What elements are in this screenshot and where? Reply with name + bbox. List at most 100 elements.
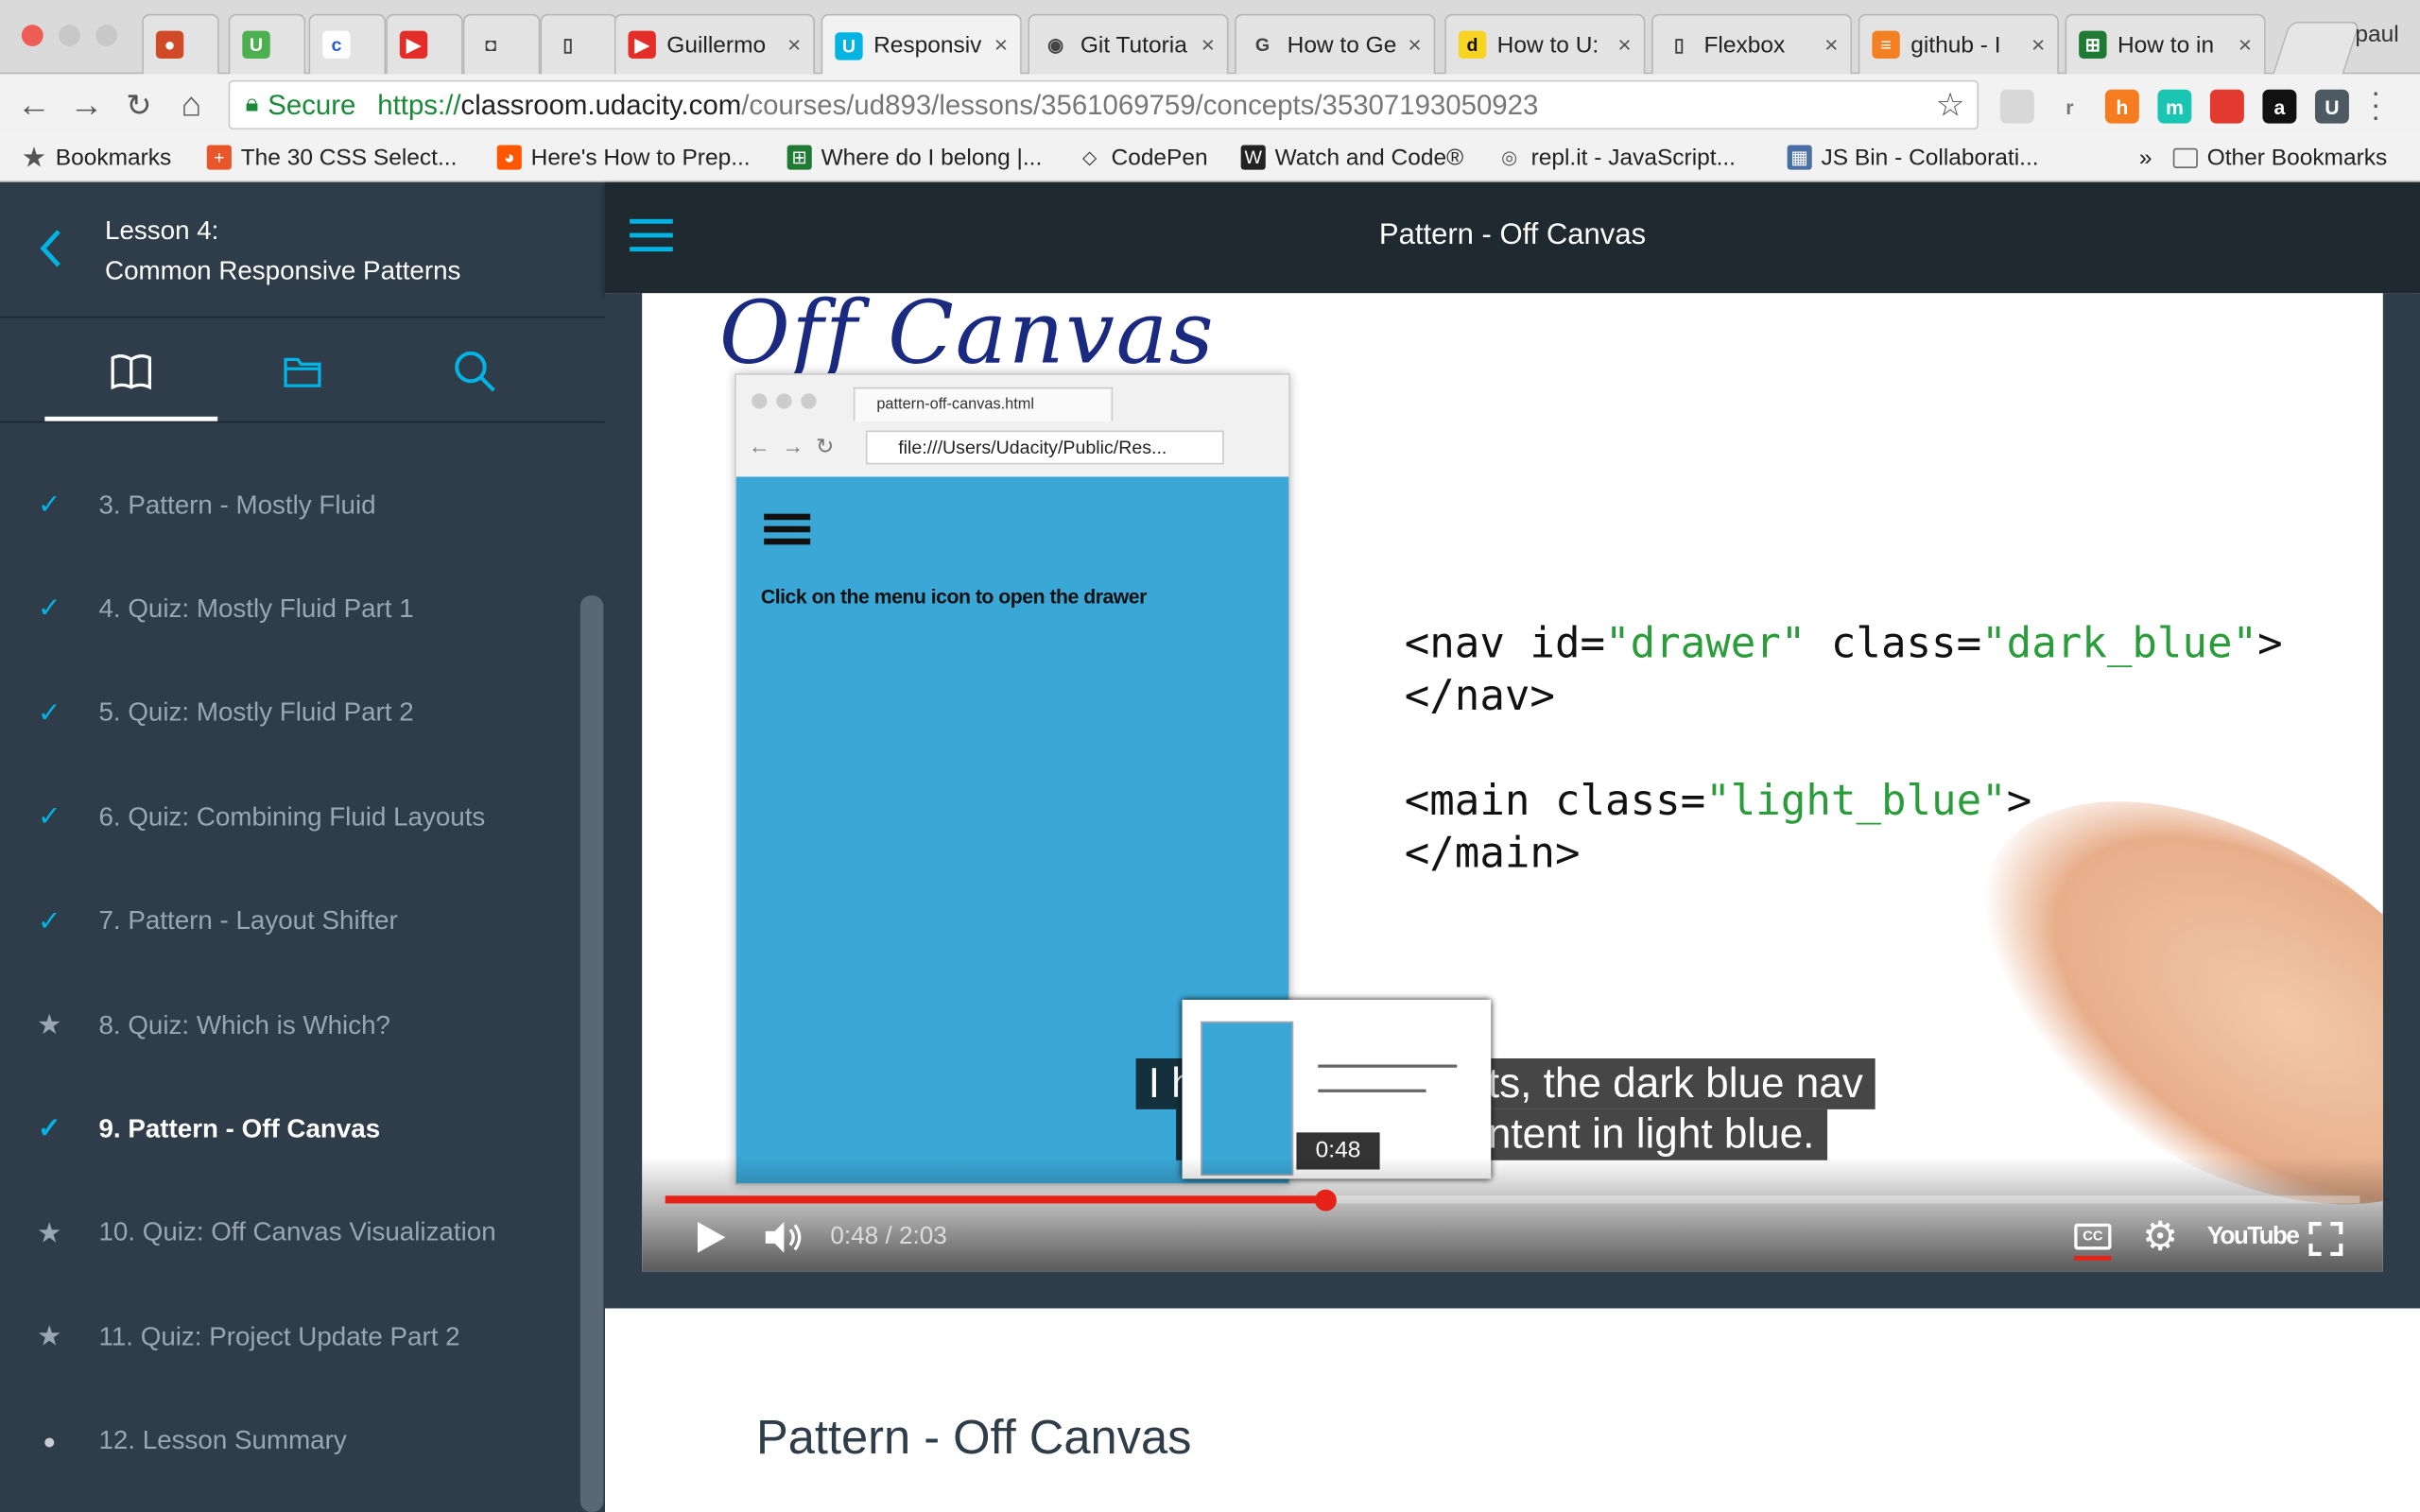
concept-item[interactable]: ✓ 3. Pattern - Mostly Fluid (0, 454, 580, 557)
secure-label: Secure (268, 88, 356, 120)
play-icon[interactable] (695, 1219, 729, 1263)
youtube-logo[interactable]: YouTube (2207, 1224, 2300, 1251)
menu-dots-icon[interactable]: · · · (2371, 77, 2381, 133)
more-bookmarks-button[interactable]: » (2139, 142, 2152, 173)
jsbin-icon: ▦ (1787, 145, 1812, 170)
bookmark-item[interactable]: ◕ Here's How to Prep... (496, 142, 751, 173)
concept-item[interactable]: ★ 11. Quiz: Project Update Part 2 (0, 1285, 580, 1388)
address-bar[interactable]: 🔒︎ Secure https:// classroom.udacity.com… (228, 79, 1979, 130)
youtube-icon: ▶ (628, 30, 656, 60)
concept-item[interactable]: ★ 8. Quiz: Which is Which? (0, 973, 580, 1076)
extension-icon[interactable]: U (2314, 89, 2349, 124)
extension-icon[interactable]: h (2104, 89, 2139, 124)
bookmark-item[interactable]: W Watch and Code® (1240, 142, 1463, 173)
extension-icon[interactable] (1999, 89, 2034, 124)
tab-close-icon[interactable]: × (787, 31, 801, 58)
extension-icon[interactable]: a (2262, 89, 2297, 124)
forward-icon[interactable]: → (65, 83, 109, 127)
tab-title: Responsiv (873, 32, 982, 60)
fullscreen-icon[interactable] (2308, 1221, 2344, 1263)
extension-icon[interactable]: r (2052, 89, 2087, 124)
folder-icon (2172, 146, 2198, 168)
tab-title: How to U: (1496, 31, 1599, 59)
other-bookmarks[interactable]: Other Bookmarks (2172, 142, 2387, 173)
page-icon: ▯ (1665, 30, 1694, 60)
tab-resources[interactable] (216, 318, 389, 421)
tab-close-icon[interactable]: × (1824, 31, 1838, 58)
home-icon[interactable]: ⌂ (170, 83, 214, 127)
back-to-lessons-icon[interactable] (34, 225, 71, 271)
tab-close-icon[interactable]: × (2238, 31, 2252, 58)
browser-tab[interactable]: c (308, 13, 387, 75)
concept-label: 10. Quiz: Off Canvas Visualization (98, 1217, 496, 1247)
bookmark-item[interactable]: ◎ repl.it - JavaScript... (1497, 142, 1736, 173)
codepen-icon: ◇ (1082, 146, 1098, 168)
tab-concepts[interactable] (44, 318, 218, 421)
sidebar-scrollbar[interactable] (579, 595, 604, 1512)
caption-line-1-right: ts, the dark blue nav (1475, 1057, 1876, 1109)
star-icon: ★ (37, 1216, 62, 1248)
c-icon: c (322, 30, 351, 60)
concept-item[interactable]: ✓ 6. Quiz: Combining Fluid Layouts (0, 765, 580, 868)
bookmark-item[interactable]: ◇ CodePen (1078, 142, 1208, 173)
browser-tab[interactable]: G How to Ge × (1235, 13, 1436, 75)
tab-close-icon[interactable]: × (1201, 31, 1215, 58)
zoom-window-button[interactable] (95, 25, 118, 46)
code-line-3: <main class="light_blue"> (1404, 777, 2032, 826)
volume-icon[interactable] (763, 1219, 806, 1263)
browser-tab[interactable]: ▶ (386, 13, 463, 75)
bookmark-item[interactable]: ★ Bookmarks (22, 141, 172, 173)
tab-close-icon[interactable]: × (1408, 31, 1421, 58)
video-player[interactable]: Off Canvas pattern-off-canvas.html ← → ↻… (642, 293, 2383, 1272)
concept-item[interactable]: ✓ 7. Pattern - Layout Shifter (0, 869, 580, 972)
browser-tab[interactable]: ◉ Git Tutoria × (1028, 13, 1229, 75)
minimize-window-button[interactable] (59, 25, 80, 46)
browser-tab[interactable]: d How to U: × (1444, 13, 1646, 75)
browser-tab[interactable]: ▯ (540, 13, 618, 75)
concept-item[interactable]: ✓ 4. Quiz: Mostly Fluid Part 1 (0, 558, 580, 661)
extension-icon[interactable]: m (2157, 89, 2192, 124)
concept-label: 3. Pattern - Mostly Fluid (98, 490, 376, 520)
reload-icon[interactable]: ↻ (117, 83, 161, 127)
browser-tab[interactable]: ≡ github - I × (1858, 13, 2059, 75)
bookmark-item[interactable]: ⊞ Where do I belong |... (786, 142, 1043, 173)
browser-tab[interactable]: ▯ Flexbox × (1651, 13, 1853, 75)
browser-tab[interactable]: U (228, 13, 306, 75)
code-line-1: <nav id="drawer" class="dark_blue"> (1404, 620, 2283, 668)
bookmark-item[interactable]: ▦ JS Bin - Collaborati... (1787, 142, 2039, 173)
github-icon: ◉ (1042, 30, 1070, 60)
close-window-button[interactable] (21, 25, 43, 46)
mock-page-text: Click on the menu icon to open the drawe… (760, 584, 1147, 609)
concept-item[interactable]: ★ 10. Quiz: Off Canvas Visualization (0, 1181, 580, 1284)
concept-item[interactable]: ✓ 5. Quiz: Mostly Fluid Part 2 (0, 662, 580, 765)
concept-item[interactable]: ● 12. Lesson Summary (0, 1389, 580, 1492)
browser-tab[interactable]: ● (142, 13, 219, 75)
profile-name[interactable]: paul (2355, 22, 2398, 48)
check-icon: ✓ (37, 593, 61, 625)
browser-tab[interactable]: ⊞ How to in × (2065, 13, 2266, 75)
browser-tab[interactable]: ▶ Guillermo × (614, 13, 816, 75)
check-icon: ✓ (37, 1112, 61, 1144)
extension-icon[interactable] (2209, 89, 2244, 124)
stackoverflow-icon: ≡ (1872, 30, 1900, 60)
progress-bar[interactable] (665, 1195, 2360, 1204)
settings-gear-icon[interactable]: ⚙ (2142, 1216, 2178, 1256)
code-line-2: </nav> (1404, 672, 1555, 721)
tab-title: Flexbox (1703, 31, 1786, 59)
bookmark-item[interactable]: + The 30 CSS Select... (206, 142, 458, 173)
captions-icon[interactable]: CC (2074, 1223, 2112, 1250)
search-icon (455, 351, 495, 392)
back-icon[interactable]: ← (12, 83, 56, 127)
concept-item[interactable]: ✓ 9. Pattern - Off Canvas (0, 1077, 580, 1180)
bookmark-label: Where do I belong |... (821, 144, 1043, 171)
browser-tab[interactable]: U Responsiv × (821, 13, 1022, 76)
browser-tab[interactable]: ◘ (462, 13, 541, 75)
bookmark-star-icon[interactable]: ☆ (1936, 86, 1965, 125)
check-icon: ✓ (37, 489, 61, 521)
tab-search[interactable] (389, 318, 562, 421)
tab-close-icon[interactable]: × (2031, 31, 2045, 58)
tab-close-icon[interactable]: × (994, 32, 1008, 59)
mario-icon: ● (155, 30, 184, 60)
tab-close-icon[interactable]: × (1617, 31, 1631, 58)
url-host: classroom.udacity.com (460, 88, 742, 120)
